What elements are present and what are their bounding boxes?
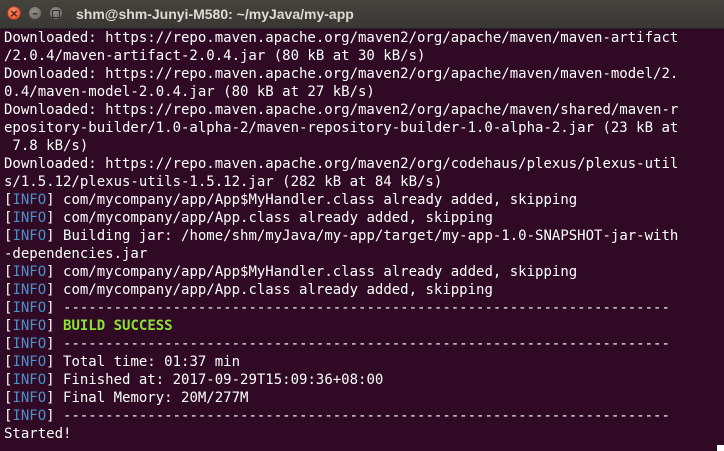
info-line: [INFO] BUILD SUCCESS xyxy=(4,317,724,335)
output-line: Downloaded: https://repo.maven.apache.or… xyxy=(4,30,679,46)
info-line: [INFO] Final Memory: 20M/277M xyxy=(4,389,724,407)
info-message: com/mycompany/app/App$MyHandler.class al… xyxy=(54,192,578,208)
output-line: Downloaded: https://repo.maven.apache.or… xyxy=(4,66,679,82)
info-tag: INFO xyxy=(12,390,47,406)
output-line: -dependencies.jar xyxy=(4,246,148,262)
info-line: [INFO] ---------------------------------… xyxy=(4,335,724,353)
info-tag-close: ] xyxy=(46,336,55,352)
info-tag-close: ] xyxy=(46,264,55,280)
info-tag-close: ] xyxy=(46,318,55,334)
info-tag: INFO xyxy=(12,192,47,208)
title-bar[interactable]: × – shm@shm-Junyi-M580: ~/myJava/my-app xyxy=(0,0,724,29)
output-line: epository-builder/1.0-alpha-2/maven-repo… xyxy=(4,120,679,136)
output-line: 0.4/maven-model-2.0.4.jar (80 kB at 27 k… xyxy=(4,84,375,100)
info-tag: INFO xyxy=(12,318,47,334)
window-title: shm@shm-Junyi-M580: ~/myJava/my-app xyxy=(76,6,354,22)
info-line: [INFO] com/mycompany/app/App.class alrea… xyxy=(4,209,724,227)
info-line: [INFO] com/mycompany/app/App.class alrea… xyxy=(4,281,724,299)
info-tag-close: ] xyxy=(46,354,55,370)
info-tag: INFO xyxy=(12,336,47,352)
info-tag: INFO xyxy=(12,372,47,388)
info-tag-close: ] xyxy=(46,390,55,406)
output-line: s/1.5.12/plexus-utils-1.5.12.jar (282 kB… xyxy=(4,174,443,190)
info-tag-close: ] xyxy=(46,228,55,244)
info-tag: INFO xyxy=(12,354,47,370)
info-message: com/mycompany/app/App.class already adde… xyxy=(54,282,493,298)
info-line: [INFO] Total time: 01:37 min xyxy=(4,353,724,371)
final-memory: Final Memory: 20M/277M xyxy=(54,390,249,406)
info-tag: INFO xyxy=(12,210,47,226)
terminal-window: × – shm@shm-Junyi-M580: ~/myJava/my-app … xyxy=(0,0,724,451)
output-line: 7.8 kB/s) xyxy=(4,138,89,154)
separator-line: ----------------------------------------… xyxy=(54,300,670,316)
info-tag-close: ] xyxy=(46,282,55,298)
finished-at: Finished at: 2017-09-29T15:09:36+08:00 xyxy=(54,372,384,388)
info-line: [INFO] com/mycompany/app/App$MyHandler.c… xyxy=(4,263,724,281)
info-line: [INFO] com/mycompany/app/App$MyHandler.c… xyxy=(4,191,724,209)
info-tag: INFO xyxy=(12,228,47,244)
output-line: Downloaded: https://repo.maven.apache.or… xyxy=(4,102,679,118)
info-tag-close: ] xyxy=(46,300,55,316)
info-tag-close: ] xyxy=(46,192,55,208)
close-window-button[interactable]: × xyxy=(7,6,21,20)
info-tag: INFO xyxy=(12,300,47,316)
separator-line: ----------------------------------------… xyxy=(54,408,670,424)
maximize-icon xyxy=(52,10,60,18)
info-line: [INFO] Finished at: 2017-09-29T15:09:36+… xyxy=(4,371,724,389)
info-message: Building jar: /home/shm/myJava/my-app/ta… xyxy=(54,228,679,244)
close-icon: × xyxy=(9,7,19,20)
terminal-output[interactable]: Downloaded: https://repo.maven.apache.or… xyxy=(4,29,724,451)
minimize-window-button[interactable]: – xyxy=(28,6,42,20)
info-tag: INFO xyxy=(12,408,47,424)
separator-line: ----------------------------------------… xyxy=(54,336,670,352)
info-line: [INFO] Building jar: /home/shm/myJava/my… xyxy=(4,227,724,245)
scrollbar-indicator[interactable] xyxy=(717,445,724,451)
output-line: Downloaded: https://repo.maven.apache.or… xyxy=(4,156,679,172)
info-message: com/mycompany/app/App.class already adde… xyxy=(54,210,493,226)
program-output-line: Started! xyxy=(4,426,72,442)
info-tag: INFO xyxy=(12,282,47,298)
info-tag: INFO xyxy=(12,264,47,280)
info-line: [INFO] ---------------------------------… xyxy=(4,407,724,425)
info-tag-close: ] xyxy=(46,408,55,424)
minimize-icon: – xyxy=(32,7,38,20)
info-line: [INFO] ---------------------------------… xyxy=(4,299,724,317)
total-time: Total time: 01:37 min xyxy=(54,354,241,370)
output-line: /2.0.4/maven-artifact-2.0.4.jar (80 kB a… xyxy=(4,48,426,64)
maximize-window-button[interactable] xyxy=(49,6,63,20)
info-tag-close: ] xyxy=(46,372,55,388)
info-message: com/mycompany/app/App$MyHandler.class al… xyxy=(54,264,578,280)
build-success-status: BUILD SUCCESS xyxy=(63,318,173,334)
info-tag-close: ] xyxy=(46,210,55,226)
